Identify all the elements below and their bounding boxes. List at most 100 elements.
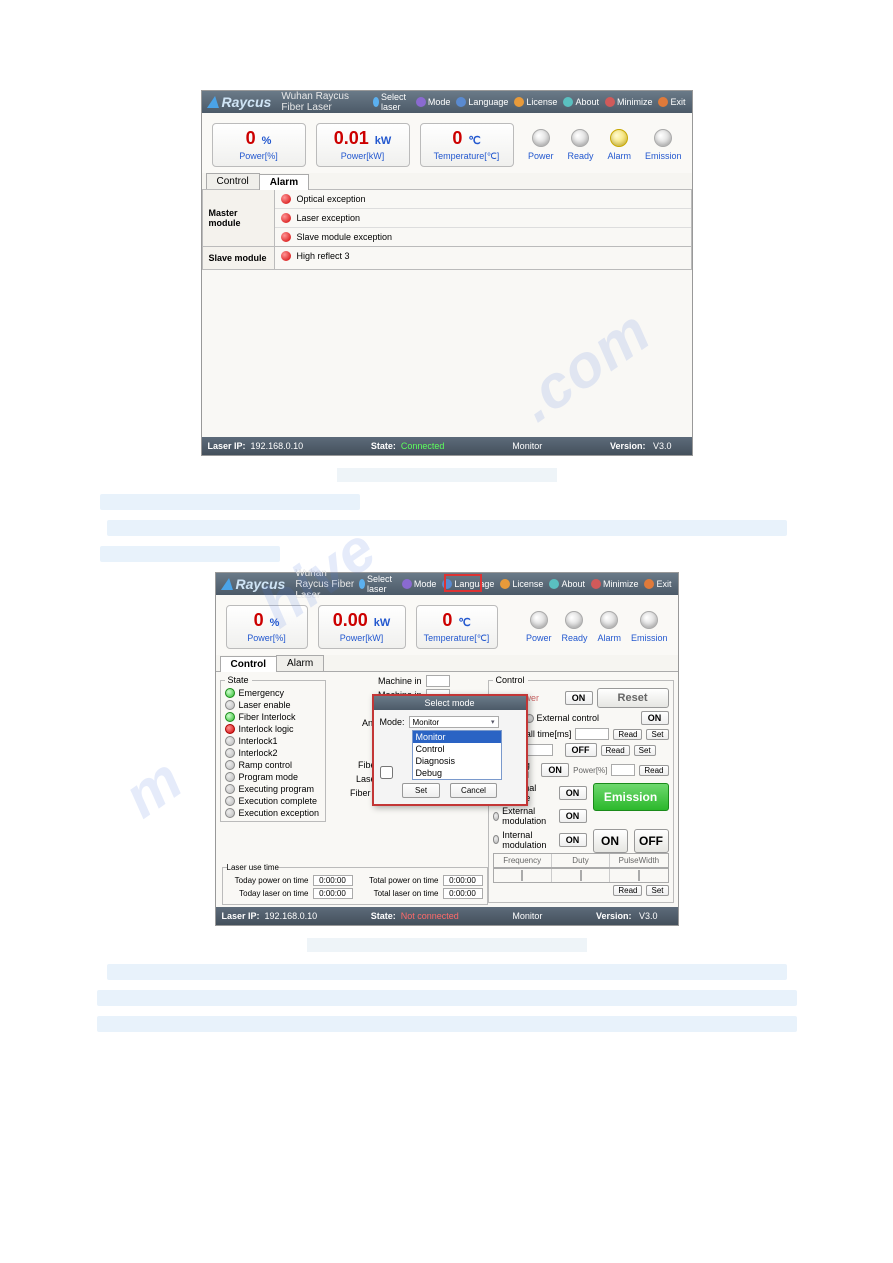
mode-option-monitor[interactable]: Monitor [413, 731, 501, 743]
external-control-on-button[interactable]: ON [641, 711, 669, 725]
laser-ip: 192.168.0.10 [265, 911, 318, 921]
app-title: Wuhan Raycus Fiber Laser [281, 91, 373, 113]
power-indicator: Power [526, 611, 552, 643]
exit-menu[interactable]: Exit [658, 97, 685, 107]
emit-off-button[interactable]: OFF [634, 829, 669, 853]
alarm-cell: Laser exception [275, 209, 691, 228]
minimize-menu[interactable]: Minimize [591, 579, 639, 589]
alarm-dot-icon [281, 251, 291, 261]
param-inputs [493, 868, 669, 883]
power-kw-gauge: 0.00kW Power[kW] [318, 605, 406, 649]
dialog-cancel-button[interactable]: Cancel [450, 783, 497, 798]
set-button[interactable]: Set [634, 745, 656, 756]
about-menu[interactable]: About [549, 579, 585, 589]
off-button[interactable]: OFF [565, 743, 597, 757]
app-title: Wuhan Raycus Fiber Laser [295, 568, 359, 601]
led-icon [225, 796, 235, 806]
read-button[interactable]: Read [613, 729, 642, 740]
mode-select[interactable]: Monitor▾ [409, 716, 499, 728]
state-item: Execution complete [225, 796, 321, 806]
internal-mod-on-button[interactable]: ON [559, 833, 587, 847]
fall-time-input[interactable] [575, 728, 609, 740]
state-item: Ramp control [225, 760, 321, 770]
alarm-dot-icon [281, 232, 291, 242]
read-button[interactable]: Read [601, 745, 630, 756]
led-icon [225, 700, 235, 710]
emission-indicator: Emission [645, 129, 682, 161]
alarm-indicator: Alarm [597, 611, 621, 643]
statusbar: Laser IP: 192.168.0.10 State: Not connec… [216, 907, 678, 925]
slave-module-label: Slave module [203, 247, 275, 269]
total-laser-on-value: 0:00:00 [443, 888, 483, 899]
mode-option-control[interactable]: Control [413, 743, 501, 755]
led-icon [225, 772, 235, 782]
alarm-cell: High reflect 3 [275, 247, 691, 265]
master-module-row: Master module Optical exception Laser ex… [202, 189, 692, 247]
tab-control[interactable]: Control [220, 656, 278, 672]
language-menu[interactable]: Language [442, 579, 494, 589]
power-pct-input[interactable] [611, 764, 635, 776]
duty-input[interactable] [580, 870, 582, 881]
reset-button[interactable]: Reset [597, 688, 669, 708]
ready-indicator: Ready [567, 129, 593, 161]
tab-alarm[interactable]: Alarm [276, 655, 324, 671]
tab-control[interactable]: Control [206, 173, 260, 189]
led-icon [225, 688, 235, 698]
set-button[interactable]: Set [646, 729, 668, 740]
laser-use-time-fieldset: Laser use time Today power on time 0:00:… [222, 863, 488, 905]
read-button[interactable]: Read [613, 885, 642, 896]
license-menu[interactable]: License [500, 579, 543, 589]
external-enable-on-button[interactable]: ON [559, 786, 587, 800]
modal-checkbox[interactable] [380, 766, 393, 779]
text-placeholder [100, 546, 280, 562]
titlebar: Raycus Wuhan Raycus Fiber Laser Select l… [202, 91, 692, 113]
language-menu[interactable]: Language [456, 97, 508, 107]
slave-module-row: Slave module High reflect 3 [202, 246, 692, 270]
alarm-panel: Master module Optical exception Laser ex… [202, 189, 692, 437]
tab-alarm[interactable]: Alarm [259, 174, 309, 190]
alarm-cell: Slave module exception [275, 228, 691, 246]
state-item: Interlock logic [225, 724, 321, 734]
pw-input[interactable] [638, 870, 640, 881]
freq-input[interactable] [521, 870, 523, 881]
text-placeholder [97, 990, 797, 1006]
minimize-menu[interactable]: Minimize [605, 97, 653, 107]
license-menu[interactable]: License [514, 97, 557, 107]
alarm-cell: Optical exception [275, 190, 691, 209]
text-placeholder [107, 964, 787, 980]
mode-option-diagnosis[interactable]: Diagnosis [413, 755, 501, 767]
main-power-on-button[interactable]: ON [565, 691, 593, 705]
mode-menu[interactable]: Mode [416, 97, 451, 107]
select-mode-dialog: Select mode Mode: Monitor▾ Monitor Contr… [372, 694, 528, 806]
mode-option-debug[interactable]: Debug [413, 767, 501, 779]
monitor-label: Monitor [512, 911, 542, 921]
select-laser-menu[interactable]: Select laser [359, 574, 396, 594]
tabs: Control Alarm [202, 173, 692, 190]
monitor-label: Monitor [512, 441, 542, 451]
machine-value [426, 675, 450, 687]
about-menu[interactable]: About [563, 97, 599, 107]
alarm-indicator: Alarm [607, 129, 631, 161]
dialog-title: Select mode [374, 696, 526, 710]
mode-menu[interactable]: Mode [402, 579, 437, 589]
exit-menu[interactable]: Exit [644, 579, 671, 589]
emit-on-button[interactable]: ON [593, 829, 628, 853]
dialog-set-button[interactable]: Set [402, 783, 440, 798]
read-button[interactable]: Read [639, 765, 668, 776]
today-laser-on-value: 0:00:00 [313, 888, 353, 899]
master-module-label: Master module [203, 190, 275, 246]
set-button[interactable]: Set [646, 885, 668, 896]
tabs: Control Alarm [216, 655, 678, 672]
mode-field-label: Mode: [380, 717, 405, 727]
emission-button[interactable]: Emission [593, 783, 669, 811]
external-mod-on-button[interactable]: ON [559, 809, 587, 823]
caption-placeholder [307, 938, 587, 952]
emission-indicator: Emission [631, 611, 668, 643]
text-placeholder [107, 520, 787, 536]
alarm-dot-icon [281, 194, 291, 204]
state-item: Laser enable [225, 700, 321, 710]
led-icon [225, 784, 235, 794]
title-menu: Select laser Mode Language License About… [359, 574, 672, 594]
select-laser-menu[interactable]: Select laser [373, 92, 410, 112]
analog-on-button[interactable]: ON [541, 763, 569, 777]
